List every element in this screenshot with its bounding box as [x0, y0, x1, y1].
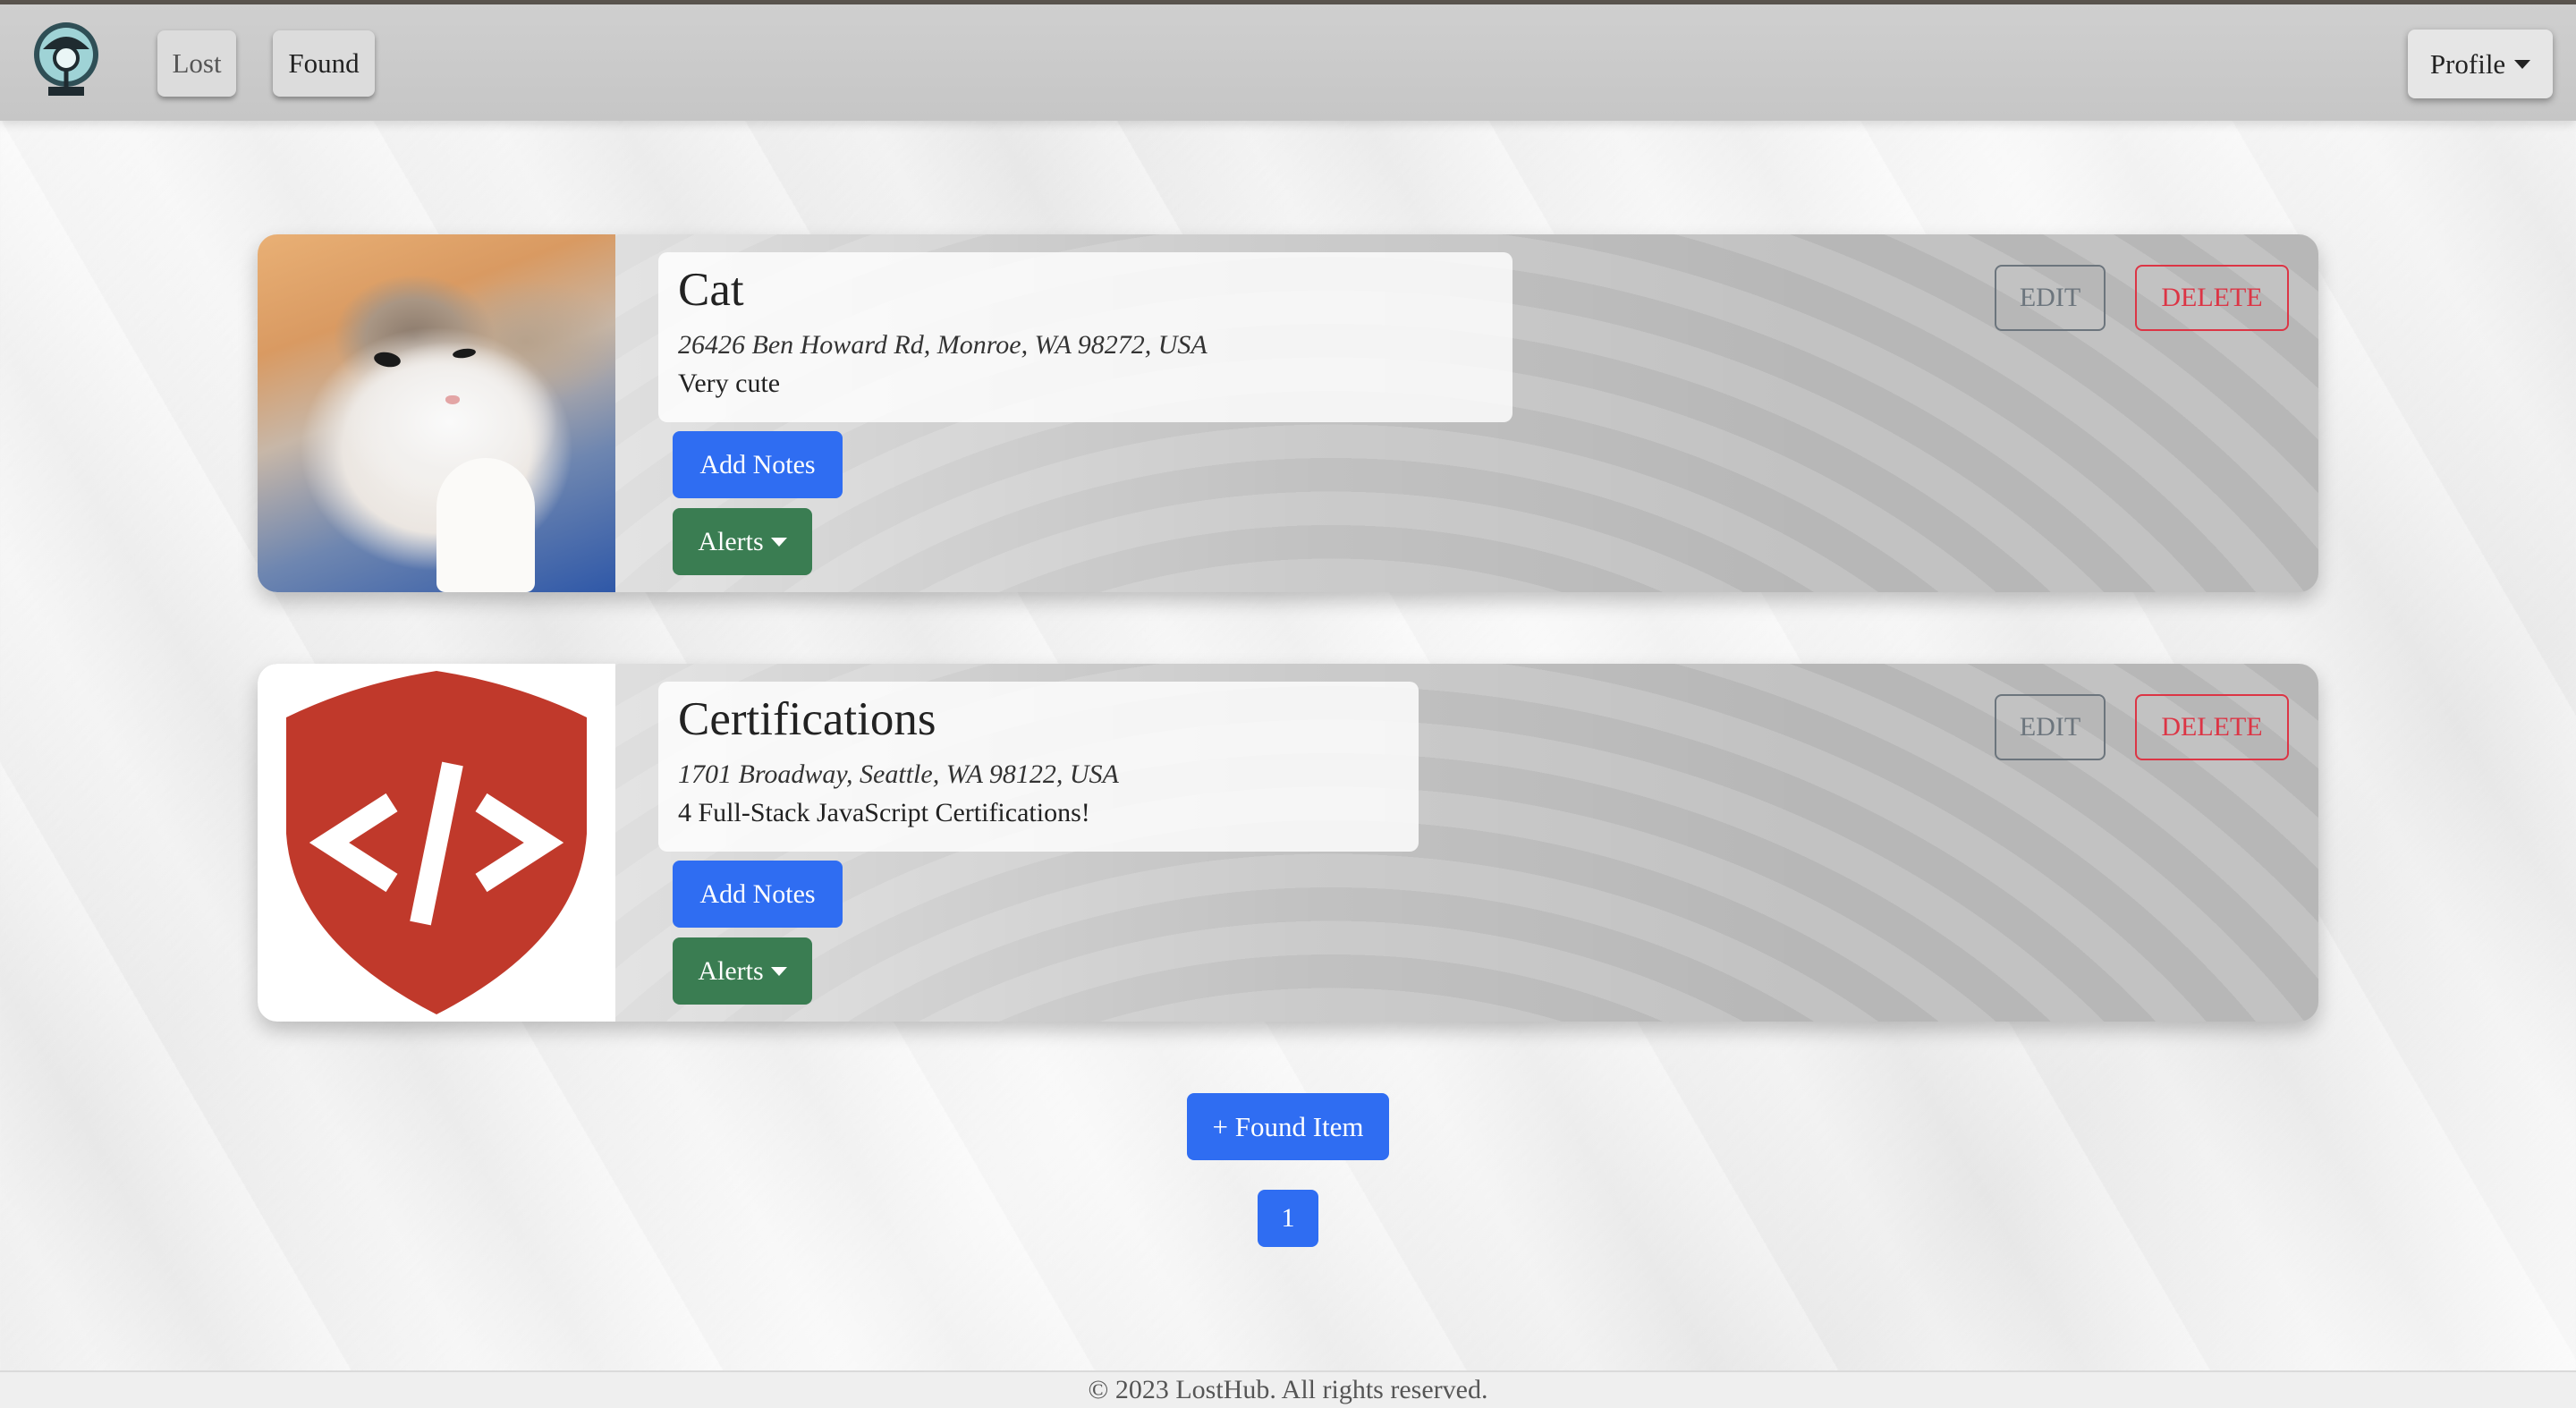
alerts-dropdown[interactable]: Alerts: [673, 508, 812, 575]
item-card: Cat 26426 Ben Howard Rd, Monroe, WA 9827…: [258, 234, 2318, 592]
nav-lost-button[interactable]: Lost: [157, 30, 236, 97]
item-card: Certifications 1701 Broadway, Seattle, W…: [258, 664, 2318, 1022]
item-description: Very cute: [678, 369, 781, 398]
item-info: Certifications 1701 Broadway, Seattle, W…: [658, 682, 1419, 852]
item-address: 26426 Ben Howard Rd, Monroe, WA 98272, U…: [678, 330, 1208, 360]
edit-button[interactable]: EDIT: [1995, 694, 2106, 760]
delete-button[interactable]: DELETE: [2135, 265, 2289, 331]
delete-button[interactable]: DELETE: [2135, 694, 2289, 760]
add-found-item-button[interactable]: + Found Item: [1187, 1093, 1389, 1160]
item-info: Cat 26426 Ben Howard Rd, Monroe, WA 9827…: [658, 252, 1513, 422]
add-notes-button[interactable]: Add Notes: [673, 861, 843, 928]
edit-button[interactable]: EDIT: [1995, 265, 2106, 331]
alerts-dropdown[interactable]: Alerts: [673, 937, 812, 1005]
item-description: 4 Full-Stack JavaScript Certifications!: [678, 798, 1090, 827]
pagination-page-button[interactable]: 1: [1258, 1190, 1318, 1247]
chevron-down-icon: [2514, 59, 2531, 69]
profile-dropdown[interactable]: Profile: [2408, 30, 2553, 98]
profile-label: Profile: [2429, 47, 2506, 80]
item-title: Certifications: [678, 693, 936, 745]
navbar: Lost Found Profile: [0, 4, 2576, 121]
add-notes-button[interactable]: Add Notes: [673, 431, 843, 498]
alerts-label: Alerts: [698, 955, 764, 986]
chevron-down-icon: [770, 966, 787, 976]
alerts-label: Alerts: [698, 526, 764, 556]
item-address: 1701 Broadway, Seattle, WA 98122, USA: [678, 759, 1119, 789]
chevron-down-icon: [770, 537, 787, 547]
losthub-logo-icon[interactable]: [30, 19, 102, 103]
nav-found-button[interactable]: Found: [273, 30, 375, 97]
item-image: [258, 234, 615, 592]
cat-photo: [258, 234, 615, 592]
footer-text: © 2023 LostHub. All rights reserved.: [0, 1370, 2576, 1408]
code-shield-icon: [286, 671, 587, 1014]
item-image: [258, 664, 615, 1022]
item-title: Cat: [678, 264, 744, 316]
